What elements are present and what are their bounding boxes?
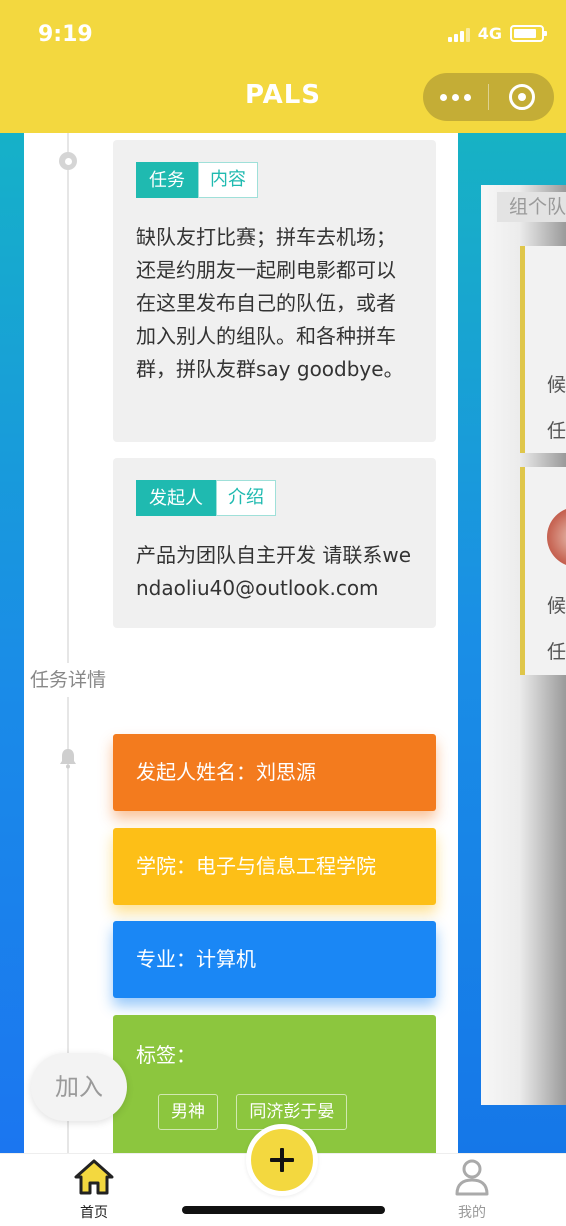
user-icon — [455, 1159, 489, 1196]
tag-outline: 内容 — [198, 162, 258, 198]
timeline-line — [67, 133, 69, 1153]
next-card-item: 候 任 — [520, 246, 566, 453]
next-card-item-text: 任 — [547, 641, 566, 663]
bell-icon — [60, 749, 76, 769]
signal-icon — [447, 26, 470, 42]
tag-outline: 介绍 — [216, 480, 276, 516]
status-time: 9:19 — [38, 22, 93, 47]
tag-chip: 男神 — [158, 1094, 218, 1130]
battery-icon — [510, 25, 547, 42]
next-card-tab: 组个队 — [497, 192, 566, 222]
timeline-section-label: 任务详情 — [24, 663, 112, 697]
home-icon — [74, 1159, 114, 1195]
create-task-button[interactable] — [246, 1124, 318, 1196]
initiator-tag: 发起人 介绍 — [136, 480, 276, 516]
intro-card: 任务 内容 缺队友打比赛；拼车去机场；还是约朋友一起刷电影都可以在这里发布自己的… — [113, 140, 436, 442]
next-card-item-text: 候 — [547, 374, 566, 396]
initiator-name-card: 发起人姓名：刘思源 — [113, 734, 436, 811]
next-card-item: 候 任 — [520, 467, 566, 675]
join-button[interactable]: 加入 — [31, 1053, 127, 1121]
navigation-bar: 9:19 4G PALS — [0, 0, 566, 133]
tab-home-label: 首页 — [80, 1205, 108, 1221]
next-card-item-text: 候 — [547, 595, 566, 617]
card-deck-left-edge — [0, 133, 24, 1153]
timeline-dot-icon — [59, 152, 77, 170]
intro-tag: 任务 内容 — [136, 162, 258, 198]
home-indicator — [182, 1206, 385, 1214]
avatar — [547, 507, 566, 567]
tags-list: 男神 同济彭于晏 — [158, 1094, 436, 1130]
initiator-card: 发起人 介绍 产品为团队自主开发 请联系wendaoliu40@outlook.… — [113, 458, 436, 628]
college-card: 学院：电子与信息工程学院 — [113, 828, 436, 905]
major-card: 专业：计算机 — [113, 921, 436, 998]
network-label: 4G — [477, 24, 502, 43]
intro-text: 缺队友打比赛；拼车去机场；还是约朋友一起刷电影都可以在这里发布自己的队伍，或者加… — [136, 225, 404, 381]
close-miniprogram-button[interactable] — [489, 84, 554, 110]
initiator-text: 产品为团队自主开发 请联系wendaoliu40@outlook.com — [136, 543, 412, 600]
more-icon[interactable] — [423, 93, 488, 101]
status-icons: 4G — [447, 24, 547, 43]
tag-solid: 发起人 — [136, 480, 216, 516]
tag-solid: 任务 — [136, 162, 198, 198]
task-card: 任务 内容 缺队友打比赛；拼车去机场；还是约朋友一起刷电影都可以在这里发布自己的… — [24, 133, 458, 1153]
tab-home[interactable]: 首页 — [49, 1158, 139, 1222]
tab-me-label: 我的 — [458, 1205, 486, 1221]
tags-label: 标签： — [136, 1043, 196, 1067]
close-icon — [508, 84, 535, 110]
next-card-item-text: 任 — [547, 420, 566, 442]
plus-icon — [270, 1148, 294, 1172]
miniprogram-capsule — [423, 73, 554, 121]
tab-me[interactable]: 我的 — [427, 1158, 517, 1222]
